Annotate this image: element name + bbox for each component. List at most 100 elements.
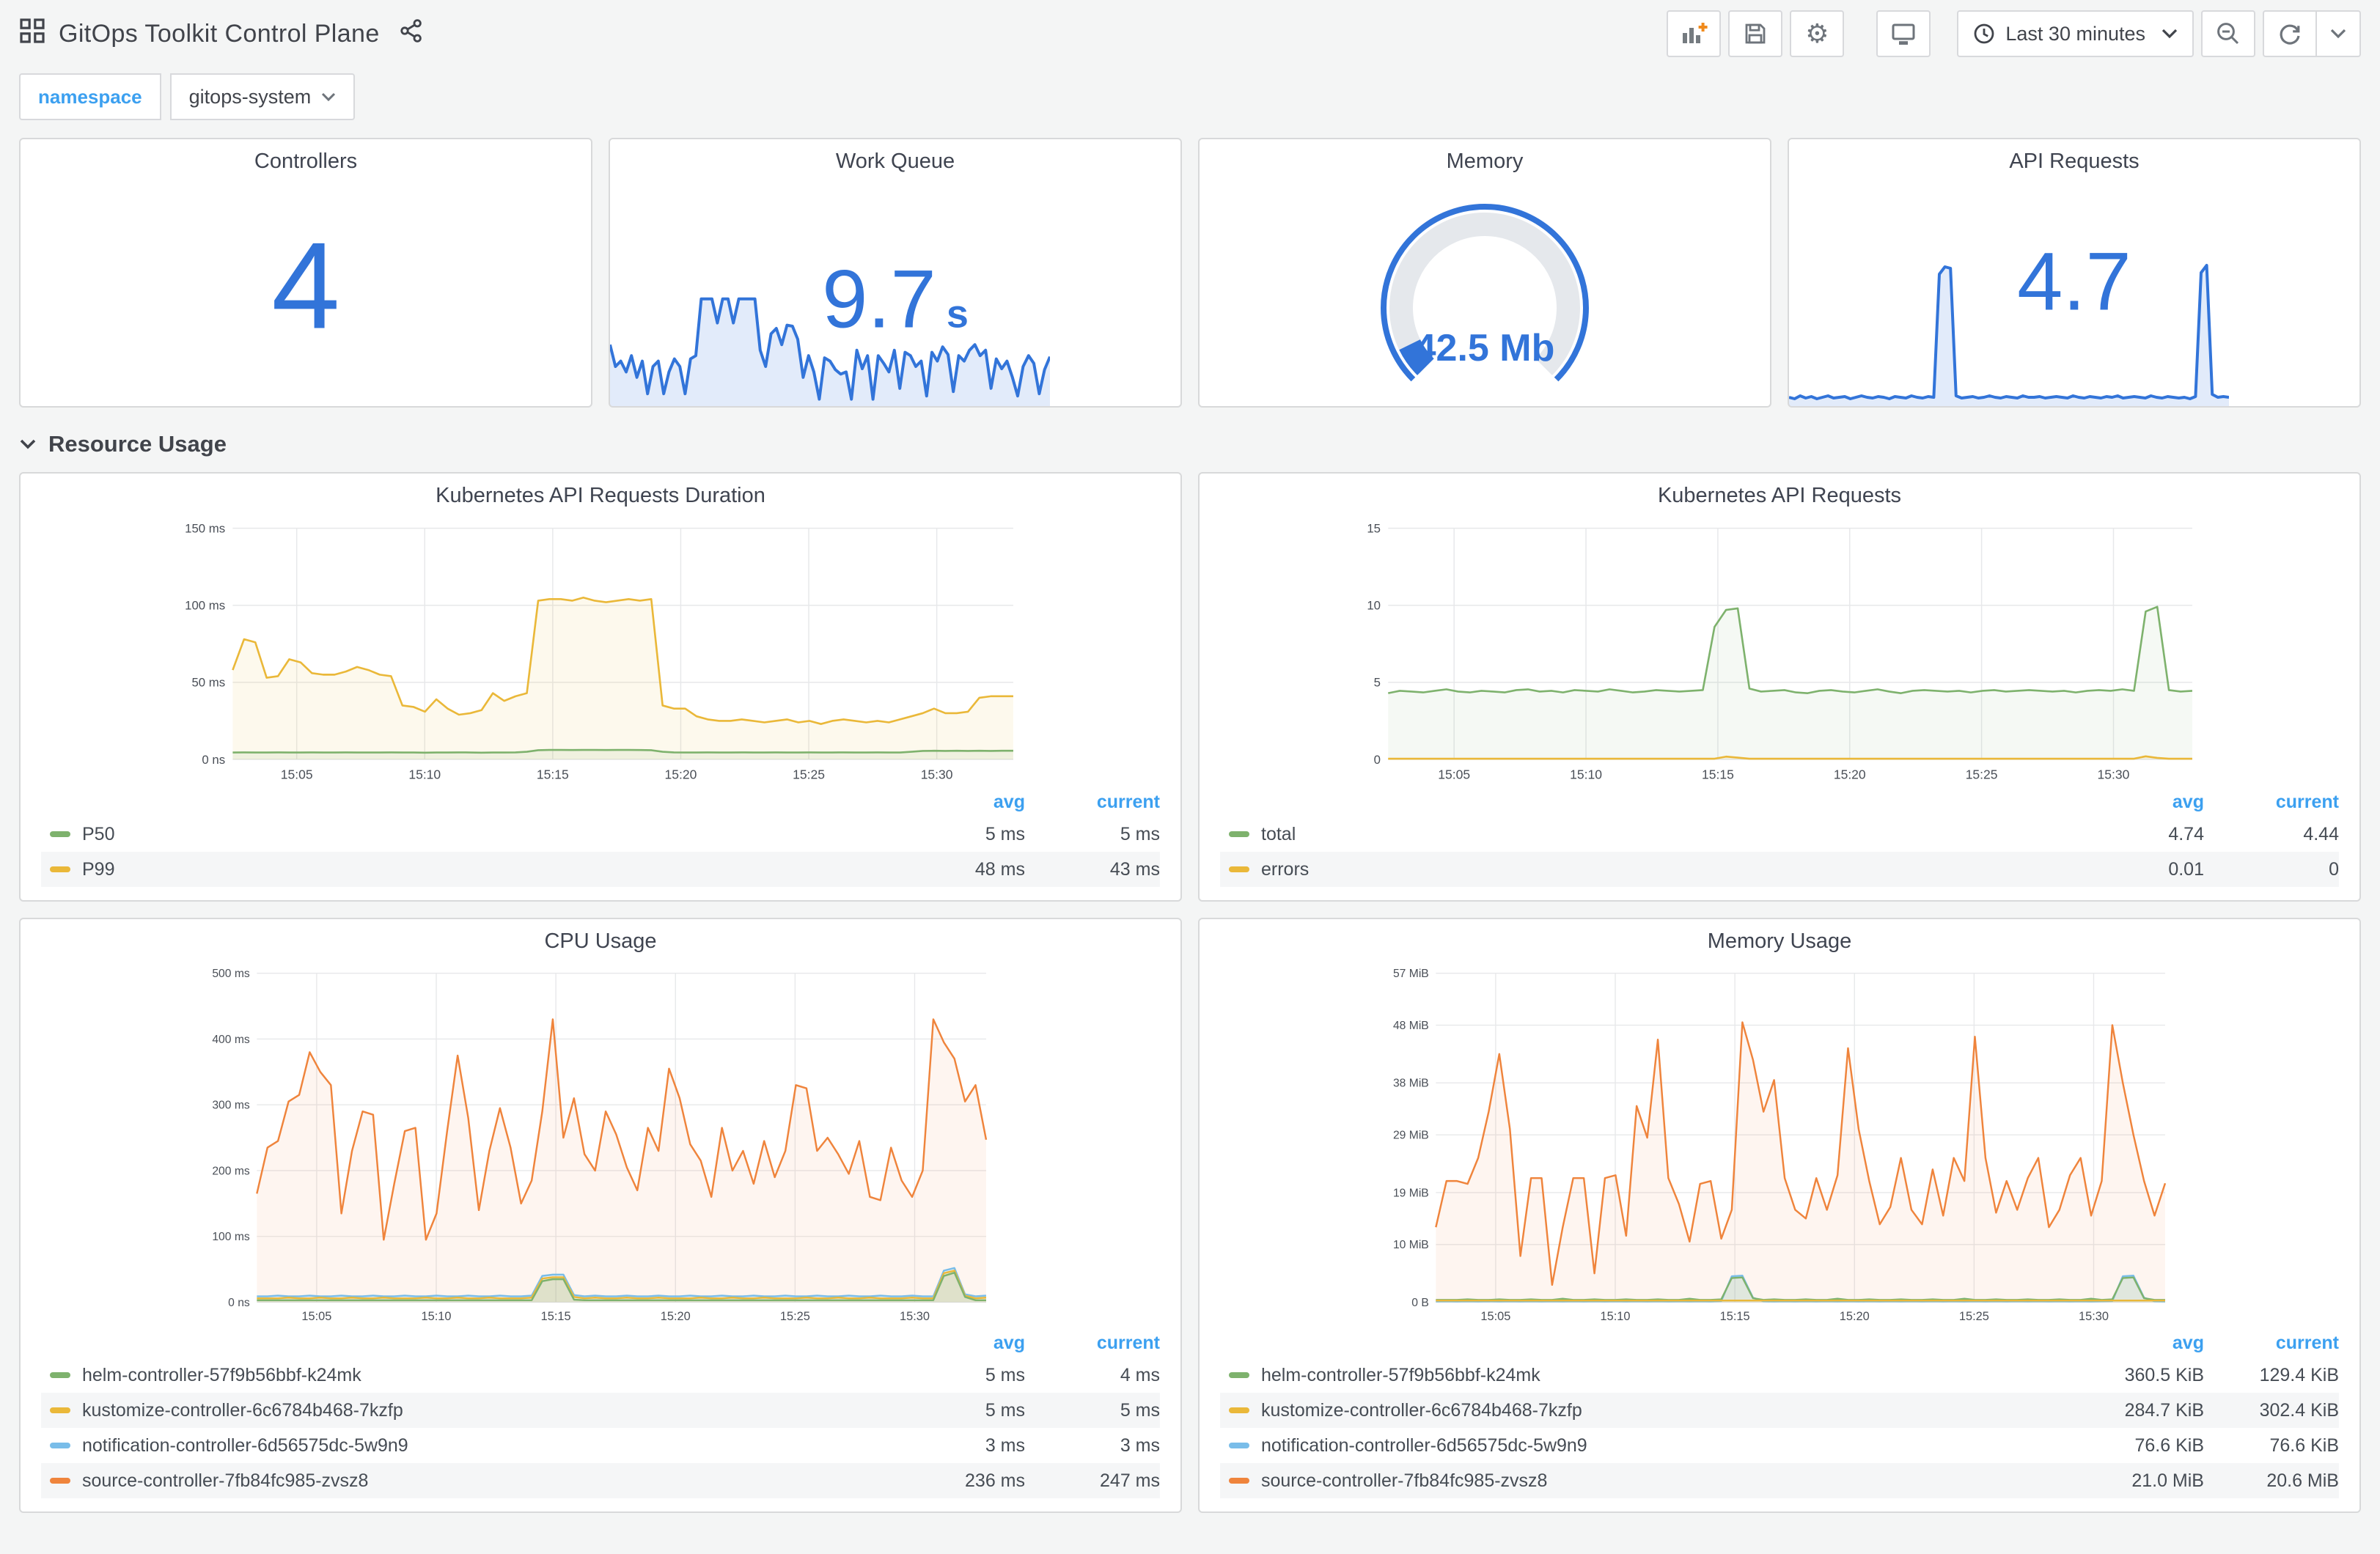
legend-row[interactable]: helm-controller-57f9b56bbf-k24mk 360.5 Ki… — [1220, 1358, 2339, 1393]
refresh-button[interactable] — [2263, 10, 2317, 57]
series-name[interactable]: total — [1261, 824, 2081, 845]
series-name[interactable]: kustomize-controller-6c6784b468-7kzfp — [82, 1400, 902, 1421]
legend-row[interactable]: errors 0.01 0 — [1220, 852, 2339, 887]
legend-row[interactable]: helm-controller-57f9b56bbf-k24mk 5 ms 4 ms — [41, 1358, 1160, 1393]
panel-title[interactable]: Memory — [1200, 139, 1770, 183]
api-requests-legend: avg current total 4.74 4.44 errors 0.01 0 — [1200, 787, 2359, 900]
legend-sort-avg[interactable]: avg — [2081, 1333, 2204, 1354]
legend-header: avg current — [1220, 1328, 2339, 1358]
series-avg: 5 ms — [985, 1399, 1025, 1421]
charts-grid: Kubernetes API Requests Duration 15:05 15… — [19, 472, 2361, 1513]
legend-sort-current[interactable]: current — [1025, 792, 1160, 813]
svg-text:15:20: 15:20 — [661, 1310, 691, 1323]
series-name[interactable]: helm-controller-57f9b56bbf-k24mk — [1261, 1365, 2081, 1386]
memory-usage-chart[interactable]: 15:05 15:10 15:15 15:20 15:25 15:30 0 B 10 MiB 1… — [1200, 963, 2359, 1328]
series-name[interactable]: source-controller-7fb84fc985-zvsz8 — [82, 1470, 902, 1492]
series-color-marker[interactable] — [50, 831, 70, 837]
svg-text:15:30: 15:30 — [2079, 1310, 2109, 1323]
legend-sort-current[interactable]: current — [1025, 1333, 1160, 1354]
svg-text:15:25: 15:25 — [1959, 1310, 1989, 1323]
variables-row: namespace gitops-system — [19, 73, 2361, 120]
legend-row[interactable]: kustomize-controller-6c6784b468-7kzfp 5 m… — [41, 1393, 1160, 1428]
legend-row[interactable]: P50 5 ms 5 ms — [41, 817, 1160, 852]
panel-title[interactable]: Kubernetes API Requests — [1200, 474, 2359, 518]
api-requests-panel: API Requests 4.7 — [1788, 138, 2361, 408]
panel-title[interactable]: Memory Usage — [1200, 919, 2359, 963]
legend-row[interactable]: total 4.74 4.44 — [1220, 817, 2339, 852]
series-current: 247 ms — [1100, 1470, 1160, 1491]
series-color-marker[interactable] — [50, 1443, 70, 1448]
panel-title[interactable]: CPU Usage — [21, 919, 1180, 963]
svg-text:100 ms: 100 ms — [212, 1231, 250, 1243]
series-name[interactable]: notification-controller-6d56575dc-5w9n9 — [82, 1435, 902, 1457]
refresh-interval-dropdown[interactable] — [2317, 10, 2361, 57]
legend-row[interactable]: notification-controller-6d56575dc-5w9n9 3… — [41, 1428, 1160, 1463]
svg-text:15:10: 15:10 — [408, 767, 441, 781]
clock-icon — [1974, 23, 1994, 44]
series-name[interactable]: kustomize-controller-6c6784b468-7kzfp — [1261, 1400, 2081, 1421]
share-icon[interactable] — [399, 18, 424, 49]
api-duration-legend: avg current P50 5 ms 5 ms P99 48 ms 43 ms — [21, 787, 1180, 900]
dashboard-grid-icon[interactable] — [19, 18, 45, 50]
series-color-marker[interactable] — [50, 1407, 70, 1413]
time-range-picker[interactable]: Last 30 minutes — [1957, 10, 2194, 57]
series-color-marker[interactable] — [50, 866, 70, 872]
legend-sort-avg[interactable]: avg — [902, 1333, 1025, 1354]
series-avg: 284.7 KiB — [2124, 1399, 2204, 1421]
series-color-marker[interactable] — [1229, 1478, 1249, 1484]
legend-sort-avg[interactable]: avg — [902, 792, 1025, 813]
chart-panel-api-duration: Kubernetes API Requests Duration 15:05 15… — [19, 472, 1182, 902]
section-resource-usage[interactable]: Resource Usage — [19, 431, 2361, 457]
zoom-out-button[interactable] — [2201, 10, 2255, 57]
series-color-marker[interactable] — [50, 1478, 70, 1484]
legend-row[interactable]: kustomize-controller-6c6784b468-7kzfp 284… — [1220, 1393, 2339, 1428]
series-color-marker[interactable] — [1229, 866, 1249, 872]
series-name[interactable]: errors — [1261, 859, 2081, 880]
series-color-marker[interactable] — [1229, 831, 1249, 837]
legend-row[interactable]: notification-controller-6d56575dc-5w9n9 7… — [1220, 1428, 2339, 1463]
panel-title[interactable]: Kubernetes API Requests Duration — [21, 474, 1180, 518]
tv-kiosk-icon[interactable] — [1876, 10, 1931, 57]
panel-title[interactable]: Work Queue — [610, 139, 1180, 183]
dashboard-header: GitOps Toolkit Control Plane ⚙ Last 30 m… — [19, 0, 2361, 67]
legend-sort-avg[interactable]: avg — [2081, 792, 2204, 813]
svg-text:5: 5 — [1374, 676, 1381, 690]
series-current: 20.6 MiB — [2266, 1470, 2339, 1491]
legend-sort-current[interactable]: current — [2204, 1333, 2339, 1354]
gear-icon[interactable]: ⚙ — [1790, 10, 1845, 57]
legend-sort-current[interactable]: current — [2204, 792, 2339, 813]
namespace-variable-label[interactable]: namespace — [19, 73, 161, 120]
panel-title[interactable]: API Requests — [1789, 139, 2359, 183]
api-requests-value: 4.7 — [2017, 235, 2131, 328]
svg-text:57 MiB: 57 MiB — [1393, 968, 1429, 980]
legend-row[interactable]: source-controller-7fb84fc985-zvsz8 21.0 M… — [1220, 1463, 2339, 1498]
series-name[interactable]: source-controller-7fb84fc985-zvsz8 — [1261, 1470, 2081, 1492]
api-requests-chart[interactable]: 15:05 15:10 15:15 15:20 15:25 15:30 0 5 10 15 — [1200, 518, 2359, 787]
add-panel-button[interactable] — [1667, 10, 1722, 57]
svg-text:19 MiB: 19 MiB — [1393, 1187, 1429, 1199]
series-color-marker[interactable] — [1229, 1407, 1249, 1413]
svg-text:42.5 Mb: 42.5 Mb — [1415, 327, 1555, 369]
svg-text:15:15: 15:15 — [1702, 767, 1734, 781]
namespace-variable-value[interactable]: gitops-system — [169, 73, 356, 120]
legend-row[interactable]: source-controller-7fb84fc985-zvsz8 236 ms… — [41, 1463, 1160, 1498]
svg-text:0 ns: 0 ns — [202, 753, 225, 767]
series-color-marker[interactable] — [1229, 1372, 1249, 1378]
svg-text:15:05: 15:05 — [1480, 1310, 1510, 1323]
series-name[interactable]: notification-controller-6d56575dc-5w9n9 — [1261, 1435, 2081, 1457]
api-duration-chart[interactable]: 15:05 15:10 15:15 15:20 15:25 15:30 0 ns 50 ms 1… — [21, 518, 1180, 787]
save-icon[interactable] — [1728, 10, 1783, 57]
series-name[interactable]: helm-controller-57f9b56bbf-k24mk — [82, 1365, 902, 1386]
legend-row[interactable]: P99 48 ms 43 ms — [41, 852, 1160, 887]
series-name[interactable]: P50 — [82, 824, 902, 845]
svg-text:15:15: 15:15 — [537, 767, 569, 781]
panel-title[interactable]: Controllers — [21, 139, 591, 183]
svg-text:10: 10 — [1367, 599, 1381, 613]
series-color-marker[interactable] — [1229, 1443, 1249, 1448]
svg-text:15:10: 15:10 — [422, 1310, 452, 1323]
series-name[interactable]: P99 — [82, 859, 902, 880]
series-color-marker[interactable] — [50, 1372, 70, 1378]
page-title: GitOps Toolkit Control Plane — [59, 19, 380, 48]
svg-text:15:15: 15:15 — [541, 1310, 571, 1323]
cpu-usage-chart[interactable]: 15:05 15:10 15:15 15:20 15:25 15:30 0 ns 100 ms… — [21, 963, 1180, 1328]
